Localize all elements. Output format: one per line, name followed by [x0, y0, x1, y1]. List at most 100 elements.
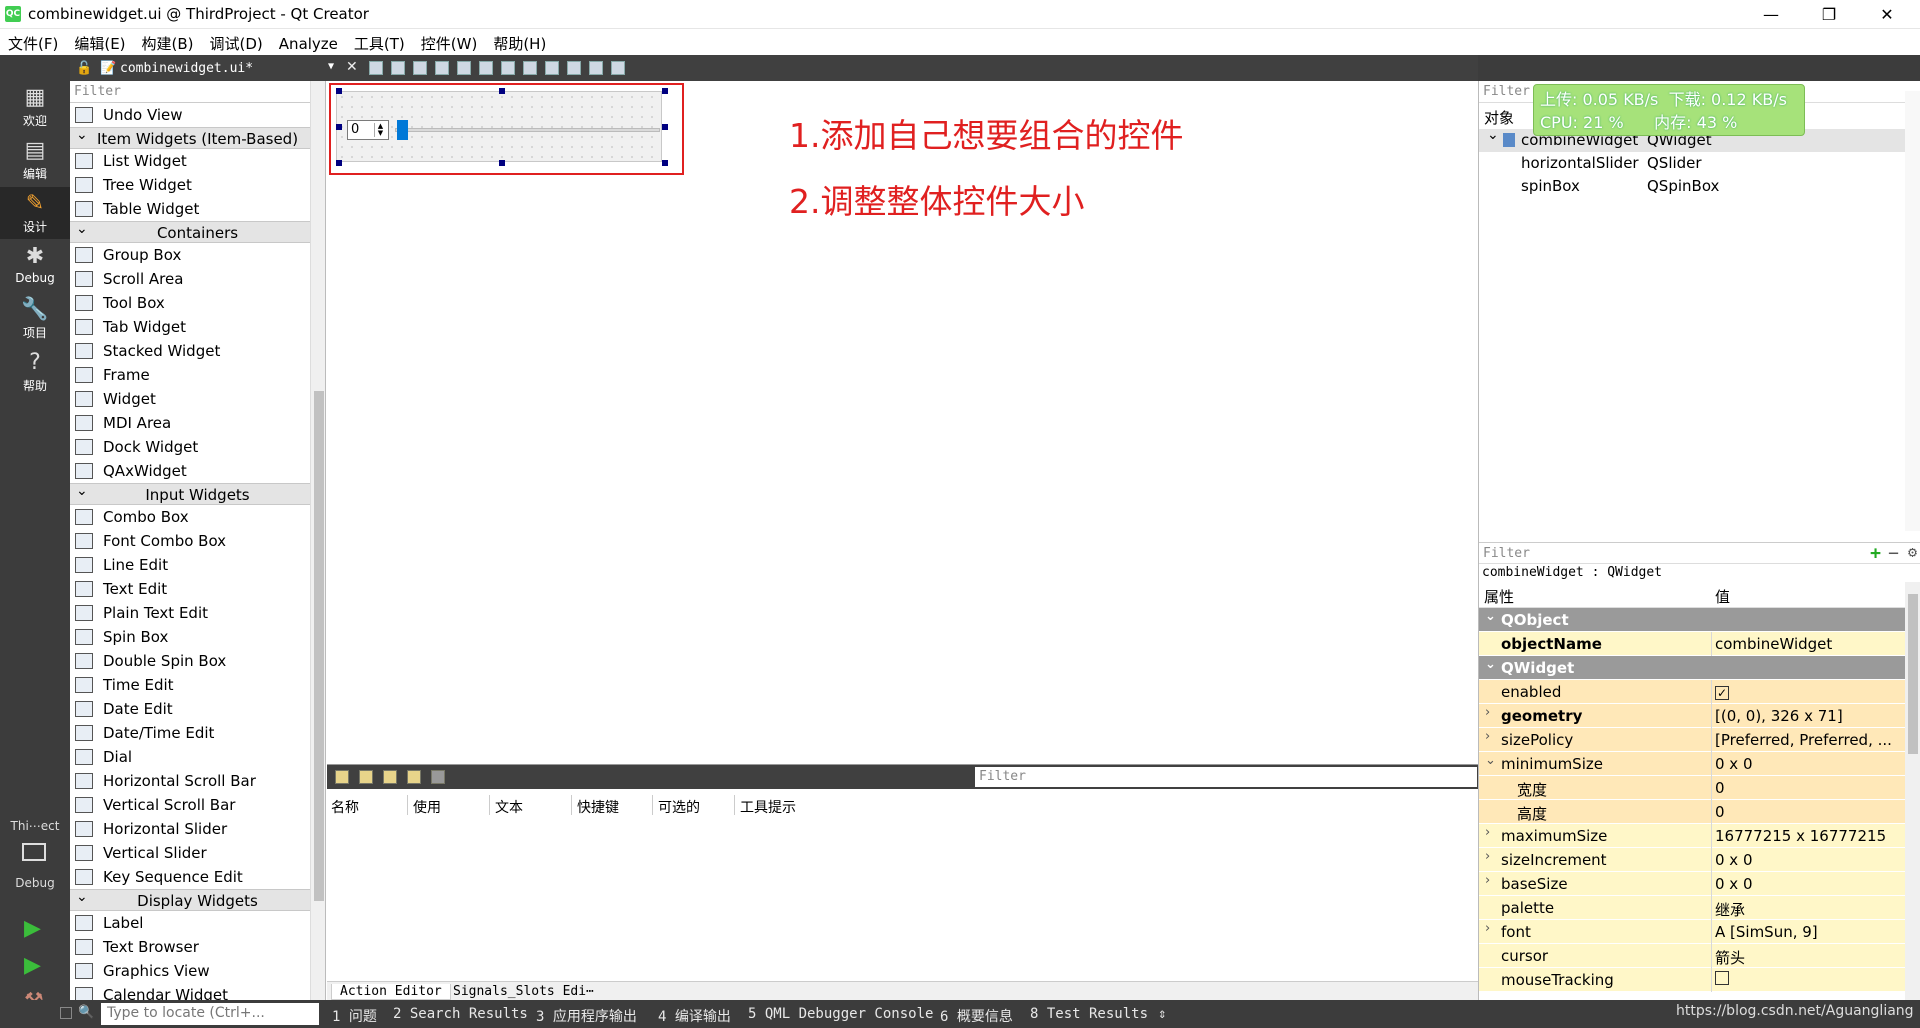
- edit-tab-order-icon[interactable]: [435, 61, 449, 75]
- menu-item[interactable]: 编辑(E): [66, 29, 133, 55]
- widget-item[interactable]: QAxWidget: [70, 459, 325, 483]
- sidebar-toggle-icon[interactable]: [60, 1007, 72, 1019]
- property-value[interactable]: 继承: [1715, 899, 1903, 920]
- expand-arrow-icon[interactable]: ⌄: [1485, 753, 1496, 768]
- widget-item[interactable]: Double Spin Box: [70, 649, 325, 673]
- property-row[interactable]: › sizePolicy [Preferred, Preferred, ...: [1479, 728, 1905, 752]
- scrollbar-thumb[interactable]: [314, 391, 324, 901]
- property-row[interactable]: objectName combineWidget: [1479, 632, 1905, 656]
- expand-arrow-icon[interactable]: ›: [1485, 873, 1490, 888]
- object-scrollbar[interactable]: [1905, 91, 1920, 531]
- property-row[interactable]: ⌄ QObject: [1479, 608, 1905, 632]
- widget-item[interactable]: Text Edit: [70, 577, 325, 601]
- output-pane-tab[interactable]: 5 QML Debugger Console: [748, 1006, 933, 1022]
- menu-item[interactable]: 工具(T): [346, 29, 413, 55]
- form-canvas[interactable]: 0 ▲ ▼ 1.添加自己想要组合的控件 2.调整整体控件大小: [327, 81, 1478, 764]
- resize-handle[interactable]: [662, 124, 668, 130]
- property-row[interactable]: › font A [SimSun, 9]: [1479, 920, 1905, 944]
- action-column-header[interactable]: 文本: [495, 797, 523, 817]
- combine-widget-form[interactable]: 0 ▲ ▼: [336, 91, 662, 162]
- widget-item[interactable]: Tab Widget: [70, 315, 325, 339]
- resize-handle[interactable]: [336, 88, 342, 94]
- output-pane-tab[interactable]: 8 Test Results: [1030, 1006, 1148, 1022]
- resize-handle[interactable]: [662, 160, 668, 166]
- widget-item[interactable]: Font Combo Box: [70, 529, 325, 553]
- property-scrollbar[interactable]: [1905, 582, 1920, 1000]
- widget-item[interactable]: Label: [70, 911, 325, 935]
- edit-signals-icon[interactable]: [391, 61, 405, 75]
- resize-handle[interactable]: [499, 88, 505, 94]
- expand-arrow-icon[interactable]: ⌄: [1485, 657, 1496, 672]
- widget-item[interactable]: Widget: [70, 387, 325, 411]
- expand-arrow-icon[interactable]: ›: [1485, 921, 1490, 936]
- mode-help[interactable]: ? 帮助: [0, 346, 70, 398]
- widget-category[interactable]: Containers: [70, 218, 325, 243]
- resize-handle[interactable]: [336, 124, 342, 130]
- settings-icon[interactable]: [431, 770, 445, 784]
- widget-category[interactable]: Display Widgets: [70, 886, 325, 911]
- layout-vertical-splitter-icon[interactable]: [523, 61, 537, 75]
- object-row[interactable]: horizontalSlider QSlider: [1479, 152, 1920, 175]
- widget-item[interactable]: Vertical Scroll Bar: [70, 793, 325, 817]
- property-value[interactable]: 0 x 0: [1715, 875, 1903, 893]
- resize-handle[interactable]: [499, 160, 505, 166]
- debug-run-icon[interactable]: ▶: [24, 953, 41, 978]
- scrollbar-thumb[interactable]: [1908, 594, 1918, 754]
- spin-arrows-icon[interactable]: ▲ ▼: [374, 123, 386, 137]
- property-filter-input[interactable]: Filter + − ⚙: [1479, 542, 1920, 564]
- paste-action-icon[interactable]: [383, 770, 397, 784]
- mode-bug[interactable]: ✱ Debug: [0, 240, 70, 292]
- widget-item[interactable]: Calendar Widget: [70, 983, 325, 1000]
- tab-action-editor[interactable]: Action Editor: [331, 984, 451, 1000]
- break-layout-icon[interactable]: [589, 61, 603, 75]
- widget-item[interactable]: Spin Box: [70, 625, 325, 649]
- layout-vertical-icon[interactable]: [479, 61, 493, 75]
- close-window-button[interactable]: ✕: [1858, 0, 1916, 29]
- property-value[interactable]: ✓: [1715, 683, 1903, 701]
- expand-arrow-icon[interactable]: ›: [1485, 729, 1490, 744]
- property-row[interactable]: mouseTracking: [1479, 968, 1905, 992]
- widget-item[interactable]: List Widget: [70, 149, 325, 173]
- property-row[interactable]: palette 继承: [1479, 896, 1905, 920]
- expand-arrow-icon[interactable]: ›: [1485, 705, 1490, 720]
- minimize-button[interactable]: —: [1742, 0, 1800, 29]
- edit-buddies-icon[interactable]: [413, 61, 427, 75]
- property-value[interactable]: 16777215 x 16777215: [1715, 827, 1903, 845]
- property-row[interactable]: ⌄ minimumSize 0 x 0: [1479, 752, 1905, 776]
- run-icon[interactable]: ▶: [24, 916, 41, 941]
- menu-item[interactable]: 调试(D): [202, 29, 271, 55]
- menu-item[interactable]: 文件(F): [0, 29, 66, 55]
- mode-wrench[interactable]: 🔧 项目: [0, 293, 70, 345]
- output-pane-tab[interactable]: 1 问题: [332, 1006, 377, 1026]
- locate-input[interactable]: Type to locate (Ctrl+...: [101, 1003, 319, 1025]
- checkbox[interactable]: [1715, 971, 1729, 985]
- action-column-header[interactable]: 名称: [331, 797, 359, 817]
- widget-item[interactable]: Date Edit: [70, 697, 325, 721]
- widget-item[interactable]: Vertical Slider: [70, 841, 325, 865]
- property-value[interactable]: 0: [1715, 779, 1903, 797]
- widget-item[interactable]: Group Box: [70, 243, 325, 267]
- property-value[interactable]: combineWidget: [1715, 635, 1903, 653]
- widget-item[interactable]: Dial: [70, 745, 325, 769]
- action-column-header[interactable]: 快捷键: [577, 797, 619, 817]
- widget-item[interactable]: Stacked Widget: [70, 339, 325, 363]
- widget-item[interactable]: Plain Text Edit: [70, 601, 325, 625]
- widget-item[interactable]: Tool Box: [70, 291, 325, 315]
- widget-item[interactable]: MDI Area: [70, 411, 325, 435]
- menu-item[interactable]: 构建(B): [134, 29, 202, 55]
- property-row[interactable]: cursor 箭头: [1479, 944, 1905, 968]
- adjust-size-icon[interactable]: [611, 61, 625, 75]
- checkbox[interactable]: ✓: [1715, 686, 1729, 700]
- copy-action-icon[interactable]: [359, 770, 373, 784]
- mode-grid[interactable]: ▦ 欢迎: [0, 81, 70, 133]
- property-value[interactable]: A [SimSun, 9]: [1715, 923, 1903, 941]
- menu-item[interactable]: 帮助(H): [485, 29, 554, 55]
- tab-signals-slots[interactable]: Signals_Slots Edi⋯: [445, 984, 602, 999]
- mode-doc[interactable]: ▤ 编辑: [0, 134, 70, 186]
- delete-action-icon[interactable]: [407, 770, 421, 784]
- property-value[interactable]: 箭头: [1715, 947, 1903, 968]
- property-value[interactable]: 0: [1715, 803, 1903, 821]
- action-filter-input[interactable]: Filter: [975, 767, 1477, 787]
- kit-config[interactable]: Debug: [0, 876, 70, 890]
- configure-icon[interactable]: ⚙: [1908, 543, 1917, 561]
